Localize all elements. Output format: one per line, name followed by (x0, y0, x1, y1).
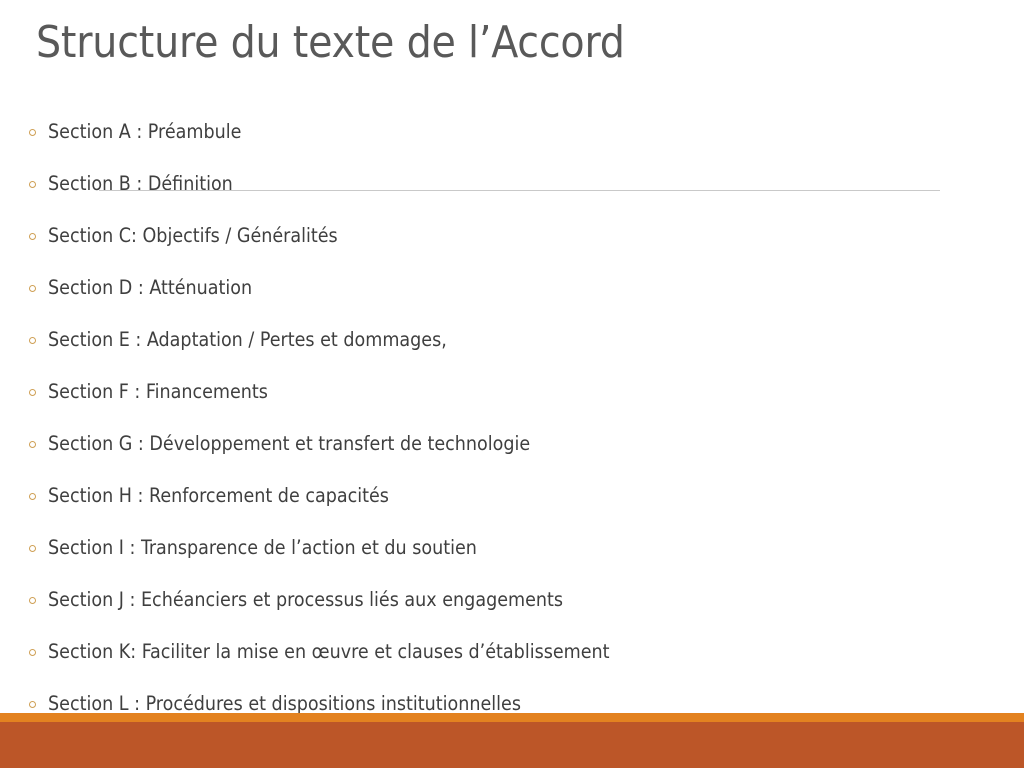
bullet-circle-icon (29, 388, 36, 396)
bullet-circle-icon (29, 336, 36, 344)
list-item-label: Section K: Faciliter la mise en œuvre et… (48, 640, 610, 664)
bullet-circle-icon (29, 128, 36, 136)
footer-band (0, 722, 1024, 768)
footer-accent-strip (0, 713, 1024, 722)
bullet-circle-icon (29, 232, 36, 240)
list-item-label: Section I : Transparence de l’action et … (48, 536, 477, 560)
page-title: Structure du texte de l’Accord (36, 17, 625, 68)
list-item-label: Section F : Financements (48, 380, 268, 404)
list-item[interactable]: Section J : Echéanciers et processus lié… (0, 574, 1024, 626)
list-item[interactable]: Section B : Définition (0, 158, 1024, 210)
list-item-label: Section B : Définition (48, 172, 233, 196)
list-item[interactable]: Section K: Faciliter la mise en œuvre et… (0, 626, 1024, 678)
bullet-circle-icon (29, 492, 36, 500)
list-item[interactable]: Section C: Objectifs / Généralités (0, 210, 1024, 262)
list-item[interactable]: Section G : Développement et transfert d… (0, 418, 1024, 470)
list-item-label: Section E : Adaptation / Pertes et domma… (48, 328, 447, 352)
list-item-label: Section D : Atténuation (48, 276, 253, 300)
bullet-circle-icon (29, 284, 36, 292)
bullet-circle-icon (29, 648, 36, 656)
list-item[interactable]: Section I : Transparence de l’action et … (0, 522, 1024, 574)
list-item[interactable]: Section A : Préambule (0, 106, 1024, 158)
bullet-circle-icon (29, 544, 36, 552)
slide: Structure du texte de l’Accord Section A… (0, 0, 1024, 768)
list-item-label: Section H : Renforcement de capacités (48, 484, 389, 508)
bullet-circle-icon (29, 596, 36, 604)
list-item[interactable]: Section F : Financements (0, 366, 1024, 418)
horizontal-divider (99, 190, 940, 191)
list-item[interactable]: Section H : Renforcement de capacités (0, 470, 1024, 522)
bullet-circle-icon (29, 700, 36, 708)
list-item-label: Section G : Développement et transfert d… (48, 432, 531, 456)
list-item-label: Section J : Echéanciers et processus lié… (48, 588, 564, 612)
bullet-circle-icon (29, 440, 36, 448)
list-item[interactable]: Section D : Atténuation (0, 262, 1024, 314)
list-item-label: Section C: Objectifs / Généralités (48, 224, 338, 248)
bullet-circle-icon (29, 180, 36, 188)
list-item-label: Section A : Préambule (48, 120, 242, 144)
section-list: Section A : Préambule Section B : Défini… (0, 106, 1024, 730)
list-item[interactable]: Section E : Adaptation / Pertes et domma… (0, 314, 1024, 366)
